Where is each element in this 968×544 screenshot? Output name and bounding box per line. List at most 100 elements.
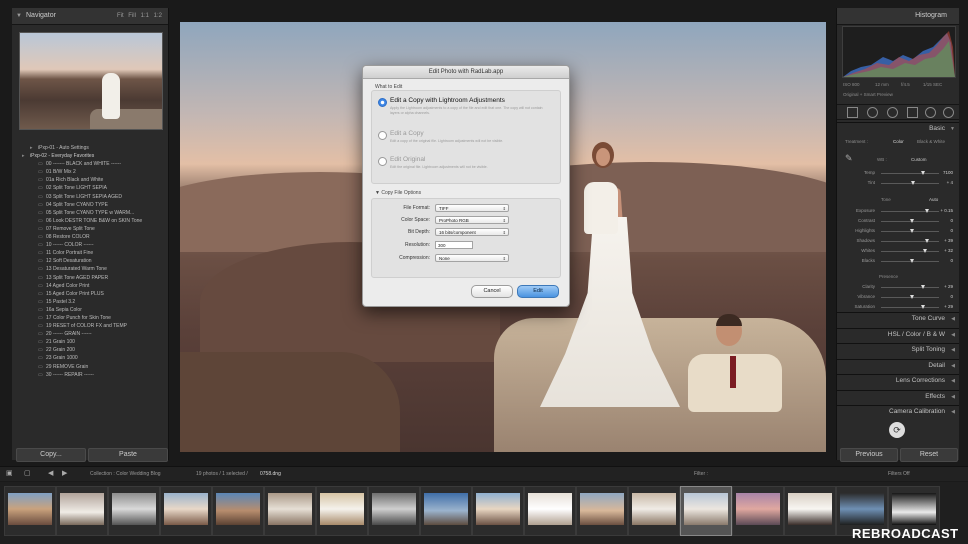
reset-button[interactable]: Reset — [900, 448, 958, 462]
slider-knob[interactable] — [911, 181, 915, 185]
preset-item[interactable]: ▭ 04 Split Tone CYANO TYPE — [16, 201, 166, 209]
filters-off-select[interactable]: Filters Off — [888, 467, 910, 481]
radio-edit-copy-adjustments[interactable] — [378, 98, 387, 107]
next-arrow-icon[interactable]: ▶ — [62, 467, 67, 481]
section-hsl-color-b-w[interactable]: HSL / Color / B & W ◀ — [837, 327, 959, 341]
preset-folder[interactable]: ▸ iPxp-01 - Auto Settings — [16, 144, 166, 152]
preset-item[interactable]: ▭ 21 Grain 100 — [16, 338, 166, 346]
navigator-header[interactable]: ▼ Navigator Fit Fill 1:1 1:2 — [12, 8, 168, 25]
slider-knob[interactable] — [921, 171, 925, 175]
copy-button[interactable]: Copy... — [16, 448, 86, 462]
preset-item[interactable]: ▭ 08 Restore COLOR — [16, 233, 166, 241]
zoom-fill[interactable]: Fill — [128, 13, 136, 19]
filmstrip-thumbnail[interactable] — [420, 486, 472, 536]
preset-item[interactable]: ▭ 16a Sepia Color — [16, 306, 166, 314]
basic-header[interactable]: Basic ▼ — [837, 122, 959, 135]
treatment-color[interactable]: Color — [893, 139, 904, 144]
edit-button[interactable]: Edit — [517, 285, 559, 298]
preset-item[interactable]: ▭ 15 Pastel 3.2 — [16, 298, 166, 306]
preset-item[interactable]: ▭ 29 REMOVE Grain — [16, 363, 166, 371]
radial-filter-icon[interactable] — [925, 107, 936, 118]
slider-knob[interactable] — [910, 295, 914, 299]
filmstrip-thumbnail[interactable] — [524, 486, 576, 536]
radio-edit-original[interactable] — [378, 157, 387, 166]
copy-file-options-label[interactable]: ▼ Copy File Options — [375, 190, 421, 196]
section-effects[interactable]: Effects ◀ — [837, 389, 959, 403]
preset-item[interactable]: ▭ 13 Split Tone AGED PAPER — [16, 274, 166, 282]
preset-item[interactable]: ▭ 00 ------- BLACK and WHITE ------ — [16, 160, 166, 168]
selected-filename[interactable]: 0758.dng — [260, 467, 281, 481]
collapse-triangle-icon[interactable]: ◀ — [951, 344, 955, 356]
navigator-preview[interactable] — [19, 32, 163, 130]
preset-item[interactable]: ▭ 22 Grain 200 — [16, 346, 166, 354]
secondary-display-icon[interactable]: ▢ — [24, 467, 31, 481]
zoom-1-2[interactable]: 1:2 — [154, 13, 162, 19]
treatment-bw[interactable]: Black & White — [917, 139, 945, 144]
blacks-slider[interactable]: Blacks 0 — [843, 256, 953, 266]
preset-item[interactable]: ▭ 19 RESET of COLOR FX and TEMP — [16, 322, 166, 330]
filmstrip-thumbnail[interactable] — [56, 486, 108, 536]
slider-knob[interactable] — [910, 229, 914, 233]
preset-item[interactable]: ▭ 03 Split Tone LIGHT SEPIA AGED — [16, 193, 166, 201]
slider-knob[interactable] — [910, 259, 914, 263]
option-title[interactable]: Edit a Copy with Lightroom Adjustments — [390, 97, 505, 104]
filmstrip-thumbnail[interactable] — [316, 486, 368, 536]
filmstrip-thumbnail[interactable] — [368, 486, 420, 536]
shadows-slider[interactable]: Shadows + 39 — [843, 236, 953, 246]
contrast-slider[interactable]: Contrast 0 — [843, 216, 953, 226]
filmstrip-thumbnail[interactable] — [628, 486, 680, 536]
filmstrip-thumbnail[interactable] — [264, 486, 316, 536]
clarity-slider[interactable]: Clarity + 29 — [843, 282, 953, 292]
section-lens-corrections[interactable]: Lens Corrections ◀ — [837, 374, 959, 387]
section-tone-curve[interactable]: Tone Curve ◀ — [837, 312, 959, 325]
preset-item[interactable]: ▭ 30 ------ REPAIR ------ — [16, 371, 166, 379]
collapse-triangle-icon[interactable]: ▼ — [16, 8, 22, 24]
histogram-header[interactable]: Histogram — [837, 8, 959, 25]
filmstrip-thumbnail[interactable] — [108, 486, 160, 536]
filmstrip-thumbnail[interactable] — [160, 486, 212, 536]
radio-edit-copy[interactable] — [378, 131, 387, 140]
wb-select[interactable]: Custom — [911, 157, 927, 162]
filmstrip-thumbnail[interactable] — [680, 486, 732, 536]
auto-button[interactable]: Auto — [929, 197, 938, 202]
preset-item[interactable]: ▭ 06 Look DESTR TONE B&W on SKIN Tone — [16, 217, 166, 225]
color-space-select[interactable]: ProPhoto RGB ⇕ — [435, 216, 509, 224]
zoom-options[interactable]: Fit Fill 1:1 1:2 — [117, 8, 162, 24]
tint-slider[interactable]: Tint + 4 — [843, 178, 953, 188]
preset-item[interactable]: ▭ 23 Grain 1000 — [16, 354, 166, 362]
paste-button[interactable]: Paste — [88, 448, 168, 462]
zoom-1-1[interactable]: 1:1 — [141, 13, 149, 19]
preset-item[interactable]: ▭ 10 ------ COLOR ------ — [16, 241, 166, 249]
preset-item[interactable]: ▭ 01a Rich Black and White — [16, 176, 166, 184]
preset-item[interactable]: ▭ 01 B/W Mix 2 — [16, 168, 166, 176]
histogram-graph[interactable] — [842, 26, 956, 78]
preset-item[interactable]: ▭ 11 Color Portrait Fine — [16, 249, 166, 257]
preset-item[interactable]: ▭ 14 Aged Color Print — [16, 282, 166, 290]
option-title[interactable]: Edit Original — [390, 156, 425, 163]
grid-view-icon[interactable]: ▣ — [6, 467, 13, 481]
slider-knob[interactable] — [925, 239, 929, 243]
collapse-triangle-icon[interactable]: ▼ — [950, 123, 955, 135]
brush-tool-icon[interactable] — [943, 107, 954, 118]
slider-knob[interactable] — [921, 305, 925, 309]
filmstrip-thumbnail[interactable] — [212, 486, 264, 536]
spot-removal-icon[interactable] — [867, 107, 878, 118]
slider-knob[interactable] — [925, 209, 929, 213]
collapse-triangle-icon[interactable]: ◀ — [951, 313, 955, 325]
slider-knob[interactable] — [910, 219, 914, 223]
whites-slider[interactable]: Whites + 32 — [843, 246, 953, 256]
preset-item[interactable]: ▭ 12 Soft Desaturation — [16, 257, 166, 265]
prev-arrow-icon[interactable]: ◀ — [48, 467, 53, 481]
collapse-triangle-icon[interactable]: ◀ — [951, 329, 955, 341]
zoom-fit[interactable]: Fit — [117, 13, 124, 19]
filmstrip-thumbnail[interactable] — [784, 486, 836, 536]
red-eye-icon[interactable] — [887, 107, 898, 118]
vibrance-slider[interactable]: Vibrance 0 — [843, 292, 953, 302]
file-format-select[interactable]: TIFF ⇕ — [435, 204, 509, 212]
highlights-slider[interactable]: Highlights 0 — [843, 226, 953, 236]
preset-item[interactable]: ▭ 15 Aged Color Print PLUS — [16, 290, 166, 298]
preset-item[interactable]: ▭ 05 Split Tone CYANO TYPE w WARM... — [16, 209, 166, 217]
preset-item[interactable]: ▭ 20 ------ GRAIN ------ — [16, 330, 166, 338]
slider-knob[interactable] — [921, 285, 925, 289]
collapse-triangle-icon[interactable]: ◀ — [951, 360, 955, 372]
